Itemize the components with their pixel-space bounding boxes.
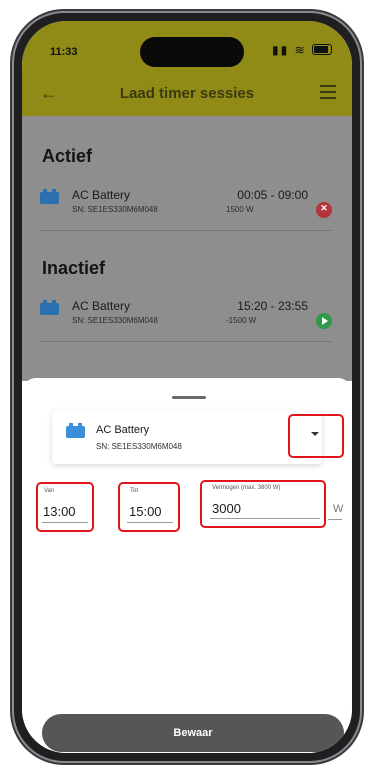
wifi-icon: ≋ xyxy=(294,43,307,57)
section-title-active: Actief xyxy=(42,146,93,166)
from-time-field[interactable]: Van 13:00 xyxy=(36,482,94,532)
status-icons: ▮▮ ≋ xyxy=(272,43,332,57)
to-time-value: 15:00 xyxy=(129,504,162,519)
battery-icon xyxy=(312,44,332,55)
power-button xyxy=(360,250,364,330)
page-title: Laad timer sessies xyxy=(119,85,255,102)
power-value: 3000 xyxy=(212,501,241,516)
stop-icon[interactable] xyxy=(316,202,332,218)
session-power: 1500 W xyxy=(226,205,254,214)
battery-device-icon xyxy=(40,300,59,315)
session-device-name: AC Battery xyxy=(72,188,131,202)
menu-icon[interactable] xyxy=(320,85,336,103)
save-button[interactable]: Bewaar xyxy=(42,714,344,752)
dynamic-island xyxy=(140,37,244,67)
session-power: -1500 W xyxy=(226,316,257,325)
device-name: AC Battery xyxy=(96,424,150,436)
from-time-value: 13:00 xyxy=(43,504,76,519)
from-time-underline xyxy=(42,522,88,523)
battery-device-icon xyxy=(66,423,85,438)
device-serial: SN: SE1ES330M6M048 xyxy=(96,442,182,451)
battery-device-icon xyxy=(40,189,59,204)
sheet-drag-handle[interactable] xyxy=(172,396,206,399)
signal-icon: ▮▮ xyxy=(272,43,290,57)
phone-screen: 11:33 ▮▮ ≋ ← Laad timer sessies Actief A… xyxy=(22,21,352,753)
session-row-active[interactable]: AC Battery SN: SE1ES330M6M048 00:05 - 09… xyxy=(40,188,332,231)
bottom-sheet: AC Battery SN: SE1ES330M6M048 Van 13:00 … xyxy=(22,378,352,753)
to-time-field[interactable]: Tot 15:00 xyxy=(118,482,180,532)
device-dropdown-button[interactable] xyxy=(288,414,344,458)
power-unit: W xyxy=(333,503,344,515)
power-label: Vermogen (max. 3800 W) xyxy=(212,485,281,491)
session-time: 15:20 - 23:55 xyxy=(237,299,308,313)
session-serial: SN: SE1ES330M6M048 xyxy=(72,205,158,214)
device-select[interactable]: AC Battery SN: SE1ES330M6M048 xyxy=(52,410,322,464)
session-row-inactive[interactable]: AC Battery SN: SE1ES330M6M048 15:20 - 23… xyxy=(40,299,332,342)
phone-frame: 11:33 ▮▮ ≋ ← Laad timer sessies Actief A… xyxy=(14,13,360,761)
to-time-label: Tot xyxy=(130,488,139,494)
session-device-name: AC Battery xyxy=(72,299,131,313)
power-underline xyxy=(210,518,320,519)
section-title-inactive: Inactief xyxy=(42,258,106,278)
sessions-list: Actief AC Battery SN: SE1ES330M6M048 00:… xyxy=(22,116,352,381)
session-time: 00:05 - 09:00 xyxy=(237,188,308,202)
status-time: 11:33 xyxy=(50,46,78,58)
power-field[interactable]: Vermogen (max. 3800 W) 3000 xyxy=(200,480,326,528)
from-time-label: Van xyxy=(44,488,55,494)
play-icon[interactable] xyxy=(316,313,332,329)
app-header: 11:33 ▮▮ ≋ ← Laad timer sessies xyxy=(22,21,352,116)
chevron-down-icon xyxy=(311,432,319,436)
session-serial: SN: SE1ES330M6M048 xyxy=(72,316,158,325)
unit-underline xyxy=(328,519,342,520)
to-time-underline xyxy=(127,522,173,523)
